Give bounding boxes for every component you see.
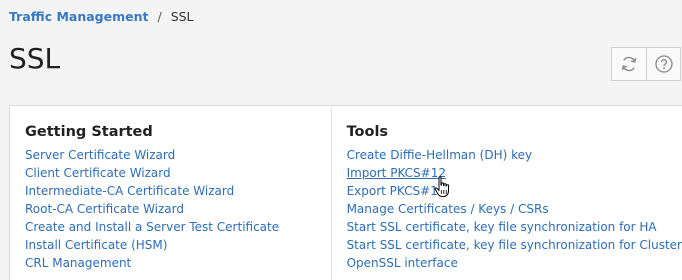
- list-item: Start SSL certificate, key file synchron…: [347, 217, 682, 235]
- page-title: SSL: [9, 42, 61, 75]
- manage-certificates-link[interactable]: Manage Certificates / Keys / CSRs: [347, 202, 549, 216]
- server-test-certificate-link[interactable]: Create and Install a Server Test Certifi…: [25, 220, 279, 234]
- getting-started-links: Server Certificate Wizard Client Certifi…: [25, 145, 331, 271]
- create-dh-key-link[interactable]: Create Diffie-Hellman (DH) key: [347, 148, 533, 162]
- list-item: Create Diffie-Hellman (DH) key: [347, 145, 682, 163]
- breadcrumb: Traffic Management / SSL: [9, 8, 194, 26]
- breadcrumb-current: SSL: [170, 9, 194, 24]
- list-item: Client Certificate Wizard: [25, 163, 331, 181]
- list-item: CRL Management: [25, 253, 331, 271]
- list-item: Create and Install a Server Test Certifi…: [25, 217, 331, 235]
- crl-management-link[interactable]: CRL Management: [25, 256, 131, 270]
- getting-started-heading: Getting Started: [25, 124, 153, 140]
- cluster-sync-link[interactable]: Start SSL certificate, key file synchron…: [347, 238, 682, 252]
- list-item: Intermediate-CA Certificate Wizard: [25, 181, 331, 199]
- ssl-panel: Getting Started Server Certificate Wizar…: [9, 105, 682, 280]
- list-item: OpenSSL interface: [347, 253, 682, 271]
- openssl-interface-link[interactable]: OpenSSL interface: [347, 256, 458, 270]
- getting-started-section: Getting Started Server Certificate Wizar…: [10, 106, 332, 280]
- tools-links: Create Diffie-Hellman (DH) key Import PK…: [347, 145, 682, 271]
- install-certificate-hsm-link[interactable]: Install Certificate (HSM): [25, 238, 167, 252]
- refresh-button[interactable]: [612, 48, 646, 80]
- page-toolbar: [611, 47, 681, 81]
- breadcrumb-traffic-management[interactable]: Traffic Management: [9, 8, 148, 26]
- list-item: Import PKCS#12: [347, 163, 682, 181]
- list-item: Manage Certificates / Keys / CSRs: [347, 199, 682, 217]
- ha-sync-link[interactable]: Start SSL certificate, key file synchron…: [347, 220, 657, 234]
- breadcrumb-separator: /: [157, 9, 162, 24]
- intermediate-ca-certificate-wizard-link[interactable]: Intermediate-CA Certificate Wizard: [25, 184, 234, 198]
- list-item: Server Certificate Wizard: [25, 145, 331, 163]
- help-icon: [654, 55, 673, 73]
- hand-cursor-icon: [434, 176, 449, 197]
- tools-heading: Tools: [346, 124, 389, 140]
- server-certificate-wizard-link[interactable]: Server Certificate Wizard: [25, 148, 175, 162]
- client-certificate-wizard-link[interactable]: Client Certificate Wizard: [25, 166, 171, 180]
- list-item: Install Certificate (HSM): [25, 235, 331, 253]
- list-item: Export PKCS#12: [347, 181, 682, 199]
- export-pkcs12-link[interactable]: Export PKCS#12: [347, 184, 446, 198]
- list-item: Start SSL certificate, key file synchron…: [347, 235, 682, 253]
- refresh-icon: [621, 56, 637, 72]
- list-item: Root-CA Certificate Wizard: [25, 199, 331, 217]
- help-button[interactable]: [646, 48, 680, 80]
- tools-section: Tools Create Diffie-Hellman (DH) key Imp…: [332, 106, 682, 280]
- root-ca-certificate-wizard-link[interactable]: Root-CA Certificate Wizard: [25, 202, 184, 216]
- import-pkcs12-link[interactable]: Import PKCS#12: [347, 166, 446, 180]
